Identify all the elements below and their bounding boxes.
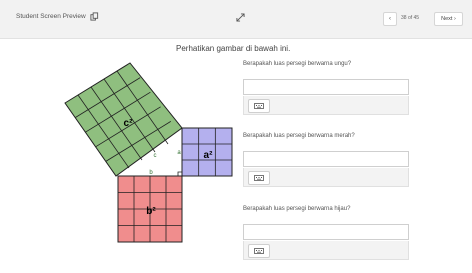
answer-toolbar [243, 241, 409, 260]
side-label-c: c [154, 153, 157, 159]
math-keyboard-button[interactable] [248, 99, 270, 113]
next-button[interactable]: Next › [434, 12, 463, 26]
answer-input[interactable] [243, 151, 409, 167]
keyboard-icon [254, 248, 264, 254]
right-angle-marker [177, 171, 182, 176]
question-label: Berapakah luas persegi berwarna ungu? [243, 61, 352, 67]
side-label-a: a [177, 150, 181, 156]
label-b-squared: b² [146, 206, 156, 217]
keyboard-icon [254, 175, 264, 181]
side-label-b: b [149, 170, 153, 176]
answer-input[interactable] [243, 79, 409, 95]
label-c-squared: c² [124, 118, 134, 129]
instruction-text: Perhatikan gambar di bawah ini. [176, 44, 291, 53]
answer-input[interactable] [243, 224, 409, 240]
answer-toolbar [243, 96, 409, 115]
math-keyboard-button[interactable] [248, 171, 270, 185]
question-label: Berapakah luas persegi berwarna merah? [243, 133, 355, 139]
question-label: Berapakah luas persegi berwarna hijau? [243, 206, 351, 212]
answer-toolbar [243, 168, 409, 187]
keyboard-icon [254, 103, 264, 109]
pythagoras-figure: c² a² b² a b c [64, 62, 233, 243]
preview-topbar: Student Screen Preview ‹ 38 of 45 Next › [0, 0, 472, 39]
previous-button[interactable]: ‹ [383, 12, 397, 26]
preview-title: Student Screen Preview [16, 13, 86, 20]
page-indicator: 38 of 45 [401, 15, 420, 21]
copy-icon[interactable] [90, 12, 99, 21]
label-a-squared: a² [204, 150, 214, 161]
expand-icon[interactable] [236, 13, 245, 22]
math-keyboard-button[interactable] [248, 244, 270, 258]
